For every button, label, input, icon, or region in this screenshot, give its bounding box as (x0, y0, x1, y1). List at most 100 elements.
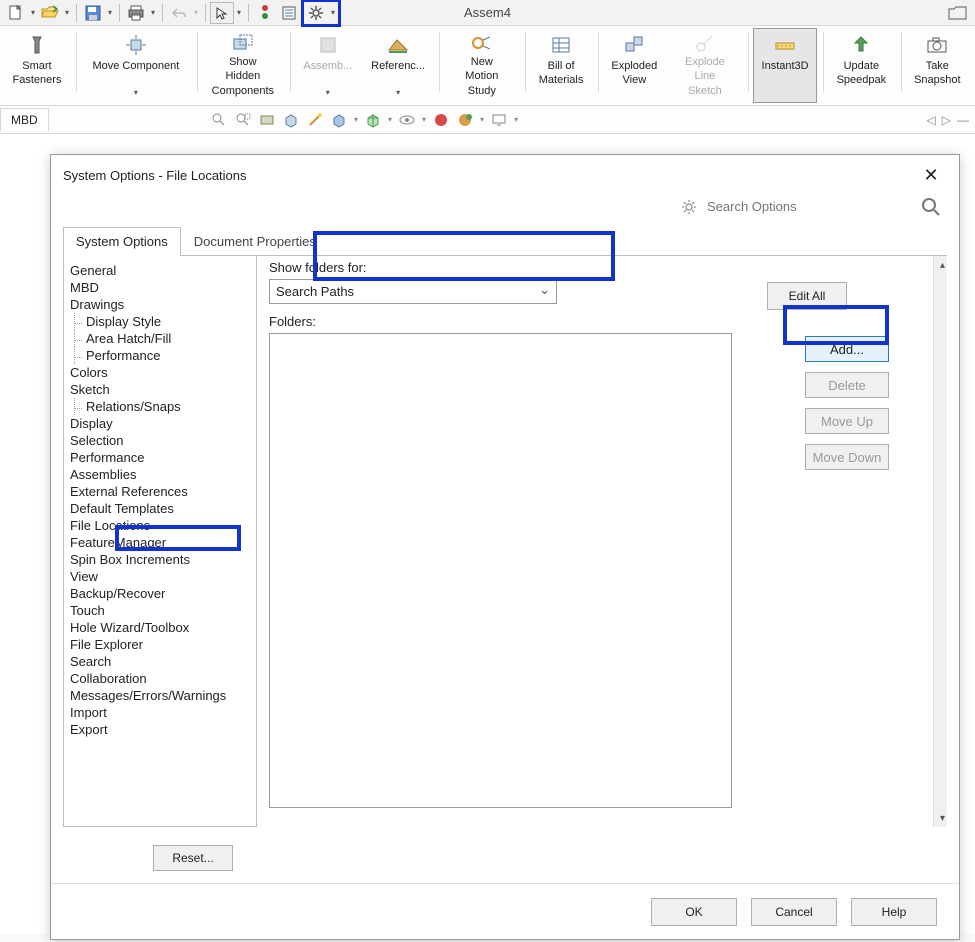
appearance-icon[interactable] (432, 111, 450, 129)
help-button[interactable]: Help (851, 898, 937, 926)
select-dropdown[interactable]: ▾ (234, 8, 244, 17)
new-motion-study-button[interactable]: New Motion Study (444, 28, 519, 103)
tree-collaboration[interactable]: Collaboration (64, 670, 256, 687)
tree-export[interactable]: Export (64, 721, 256, 738)
print-dropdown[interactable]: ▾ (148, 8, 158, 17)
scroll-up-icon[interactable]: ▴ (934, 256, 947, 274)
show-folders-label: Show folders for: (269, 260, 939, 275)
nav-next-icon[interactable]: ▷ (942, 113, 951, 127)
system-options-dialog: System Options - File Locations ✕ System… (50, 154, 960, 940)
tree-area-hatch[interactable]: Area Hatch/Fill (64, 330, 256, 347)
folder-icon-right[interactable] (945, 2, 971, 24)
cube-icon[interactable] (364, 111, 382, 129)
smart-fasteners-button[interactable]: Smart Fasteners (4, 28, 70, 103)
tree-search[interactable]: Search (64, 653, 256, 670)
motion-icon (470, 33, 494, 53)
instant3d-button[interactable]: Instant3D (753, 28, 817, 103)
move-component-button[interactable]: Move Component ▾ (81, 28, 191, 103)
tree-spin-box[interactable]: Spin Box Increments (64, 551, 256, 568)
select-icon[interactable] (210, 2, 234, 24)
tree-colors[interactable]: Colors (64, 364, 256, 381)
bom-button[interactable]: Bill of Materials (530, 28, 592, 103)
new-doc-dropdown[interactable]: ▾ (28, 8, 38, 17)
save-icon[interactable] (81, 2, 105, 24)
view-orientation-icon[interactable] (282, 111, 300, 129)
tree-messages[interactable]: Messages/Errors/Warnings (64, 687, 256, 704)
tree-external-references[interactable]: External References (64, 483, 256, 500)
zoom-fit-icon[interactable] (210, 111, 228, 129)
tree-file-locations[interactable]: File Locations (64, 517, 256, 534)
folders-listbox[interactable] (269, 333, 732, 808)
scroll-down-icon[interactable]: ▾ (934, 809, 947, 827)
options-dropdown[interactable]: ▾ (328, 8, 338, 17)
show-hidden-button[interactable]: Show Hidden Components (202, 28, 284, 103)
appearance-scene-icon[interactable] (456, 111, 474, 129)
wand-icon[interactable] (306, 111, 324, 129)
tree-drawings[interactable]: Drawings (64, 296, 256, 313)
cancel-button[interactable]: Cancel (751, 898, 837, 926)
fastener-icon (25, 33, 49, 57)
tree-assemblies[interactable]: Assemblies (64, 466, 256, 483)
open-dropdown[interactable]: ▾ (62, 8, 72, 17)
speedpak-icon (849, 33, 873, 57)
take-snapshot-button[interactable]: Take Snapshot (906, 28, 970, 103)
reference-geometry-button[interactable]: Referenc... ▾ (363, 28, 434, 103)
open-icon[interactable] (38, 2, 62, 24)
document-properties-icon[interactable] (277, 2, 301, 24)
tree-general[interactable]: General (64, 262, 256, 279)
close-icon[interactable]: ✕ (915, 163, 947, 187)
assembly-features-button: Assemb... ▾ (295, 28, 361, 103)
tree-touch[interactable]: Touch (64, 602, 256, 619)
tab-document-properties[interactable]: Document Properties (181, 227, 329, 255)
zoom-area-icon[interactable] (234, 111, 252, 129)
view-toolbar: ▾ ▾ ▾ ▾ ▾ (210, 111, 518, 129)
nav-dash-icon[interactable]: — (957, 113, 969, 127)
ok-button[interactable]: OK (651, 898, 737, 926)
save-dropdown[interactable]: ▾ (105, 8, 115, 17)
quick-access-toolbar: ▾ ▾ ▾ ▾ ▾ ▾ ▾ Assem4 (0, 0, 975, 26)
tree-hole-wizard[interactable]: Hole Wizard/Toolbox (64, 619, 256, 636)
move-icon (124, 33, 148, 57)
traffic-light-icon[interactable] (253, 2, 277, 24)
tree-file-explorer[interactable]: File Explorer (64, 636, 256, 653)
tree-sketch[interactable]: Sketch (64, 381, 256, 398)
undo-icon[interactable] (167, 2, 191, 24)
section-view-icon[interactable] (258, 111, 276, 129)
tree-display[interactable]: Display (64, 415, 256, 432)
tree-featuremanager[interactable]: FeatureManager (64, 534, 256, 551)
tree-mbd[interactable]: MBD (64, 279, 256, 296)
show-folders-combo[interactable]: Search Paths (269, 279, 557, 304)
tree-selection[interactable]: Selection (64, 432, 256, 449)
tree-performance[interactable]: Performance (64, 449, 256, 466)
tree-default-templates[interactable]: Default Templates (64, 500, 256, 517)
monitor-icon[interactable] (490, 111, 508, 129)
tree-import[interactable]: Import (64, 704, 256, 721)
options-gear-icon[interactable] (304, 2, 328, 24)
undo-dropdown[interactable]: ▾ (191, 8, 201, 17)
reset-button[interactable]: Reset... (153, 845, 233, 871)
search-options-input[interactable] (703, 195, 915, 219)
mbd-tab[interactable]: MBD (0, 108, 49, 131)
explode-line-icon (693, 33, 717, 53)
search-icon[interactable] (921, 197, 941, 217)
gear-icon (681, 199, 697, 215)
exploded-view-button[interactable]: Exploded View (603, 28, 666, 103)
add-button[interactable]: Add... (805, 336, 889, 362)
nav-prev-icon[interactable]: ◁ (927, 113, 936, 127)
explode-line-sketch-button: Explode Line Sketch (668, 28, 742, 103)
tree-view[interactable]: View (64, 568, 256, 585)
tree-backup-recover[interactable]: Backup/Recover (64, 585, 256, 602)
eye-icon[interactable] (398, 111, 416, 129)
update-speedpak-button[interactable]: Update Speedpak (828, 28, 894, 103)
options-tree[interactable]: General MBD Drawings Display Style Area … (63, 256, 257, 827)
tree-relations-snaps[interactable]: Relations/Snaps (64, 398, 256, 415)
print-icon[interactable] (124, 2, 148, 24)
vertical-scrollbar[interactable]: ▴ ▾ (933, 256, 947, 827)
display-style-icon[interactable] (330, 111, 348, 129)
tree-drawings-performance[interactable]: Performance (64, 347, 256, 364)
tree-display-style[interactable]: Display Style (64, 313, 256, 330)
ribbon-toolbar: Smart Fasteners Move Component ▾ Show Hi… (0, 26, 975, 106)
edit-all-button[interactable]: Edit All (767, 282, 847, 310)
tab-system-options[interactable]: System Options (63, 227, 181, 255)
new-doc-icon[interactable] (4, 2, 28, 24)
